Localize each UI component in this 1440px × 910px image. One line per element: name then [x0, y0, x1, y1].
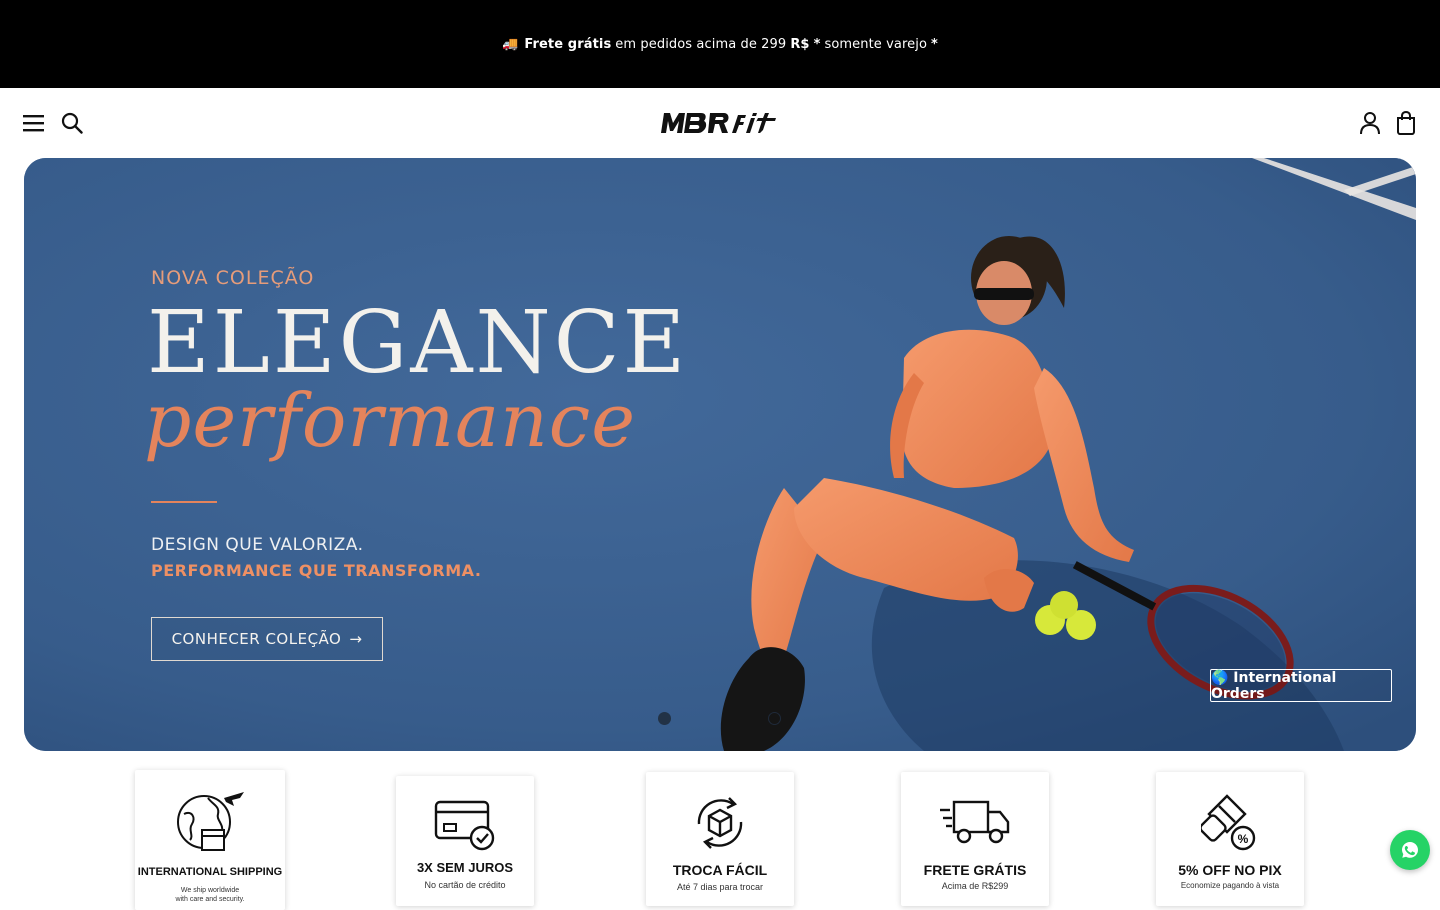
account-icon	[1360, 112, 1380, 135]
international-orders-button[interactable]: 🌎 International Orders	[1210, 669, 1392, 702]
hero-headline-script: performance	[144, 378, 637, 464]
feature-strip: INTERNATIONAL SHIPPING We ship worldwide…	[0, 760, 1440, 910]
box-exchange-icon	[697, 797, 743, 849]
arrow-right-icon: →	[349, 630, 363, 648]
announcement-star: *	[931, 36, 938, 52]
whatsapp-icon	[1402, 842, 1418, 858]
feature-card[interactable]: 3X SEM JUROS No cartão de crédito	[396, 776, 534, 906]
announcement-bold: Frete grátis	[524, 36, 612, 52]
search-button[interactable]	[59, 110, 85, 136]
search-icon	[61, 112, 83, 134]
announcement-retail: somente varejo	[824, 36, 928, 52]
menu-button[interactable]	[21, 110, 47, 136]
delivery-truck-icon	[940, 800, 1010, 844]
hero-headline: ELEGANCE	[147, 293, 689, 393]
feature-card[interactable]: TROCA FÁCIL Até 7 dias para trocar	[646, 772, 794, 906]
feature-title: FRETE GRÁTIS	[923, 862, 1027, 878]
announcement-star: *	[813, 36, 821, 52]
feature-title: 5% OFF NO PIX	[1178, 862, 1282, 878]
menu-icon	[23, 115, 44, 132]
cta-button[interactable]: CONHECER COLEÇÃO →	[151, 617, 383, 661]
feature-card[interactable]: INTERNATIONAL SHIPPING We ship worldwide…	[135, 770, 285, 910]
feature-subtitle: Acima de R$299	[941, 881, 1009, 891]
hero-eyebrow: NOVA COLEÇÃO	[151, 267, 315, 289]
account-button[interactable]	[1357, 110, 1383, 136]
globe-plane-icon	[177, 792, 244, 851]
feature-subtitle: We ship worldwide	[180, 887, 240, 894]
credit-card-icon	[434, 800, 495, 851]
truck-icon: 🚚	[502, 36, 519, 52]
site-logo[interactable]	[660, 112, 782, 134]
hero-banner[interactable]: NOVA COLEÇÃO ELEGANCE performance DESIGN…	[24, 158, 1416, 751]
feature-subtitle: No cartão de crédito	[424, 880, 506, 890]
slide-dot-1[interactable]	[658, 712, 671, 725]
svg-text:%: %	[1238, 832, 1249, 846]
cart-icon	[1397, 111, 1415, 135]
feature-card[interactable]: % 5% OFF NO PIX Economize pagando à vist…	[1156, 772, 1304, 906]
site-header	[0, 88, 1440, 158]
slide-dot-2[interactable]	[768, 712, 781, 725]
hero-subline-2: PERFORMANCE QUE TRANSFORMA.	[151, 561, 482, 580]
cta-label: CONHECER COLEÇÃO	[171, 630, 342, 648]
feature-title: TROCA FÁCIL	[672, 862, 768, 878]
hero-divider	[151, 501, 217, 503]
whatsapp-button[interactable]	[1390, 830, 1430, 870]
pix-discount-icon: %	[1201, 794, 1256, 851]
feature-subtitle: Economize pagando à vista	[1180, 881, 1280, 890]
feature-subtitle: Até 7 dias para trocar	[676, 882, 764, 892]
cart-button[interactable]	[1393, 110, 1419, 136]
feature-card[interactable]: FRETE GRÁTIS Acima de R$299	[901, 772, 1049, 906]
announcement-currency: R$	[790, 36, 810, 52]
announcement-text: em pedidos acima de 299	[615, 36, 787, 52]
hero-subline-1: DESIGN QUE VALORIZA.	[151, 535, 364, 555]
announcement-bar: 🚚 Frete grátis em pedidos acima de 299 R…	[0, 0, 1440, 88]
feature-title: INTERNATIONAL SHIPPING	[137, 866, 283, 878]
feature-title: 3X SEM JUROS	[416, 860, 514, 875]
